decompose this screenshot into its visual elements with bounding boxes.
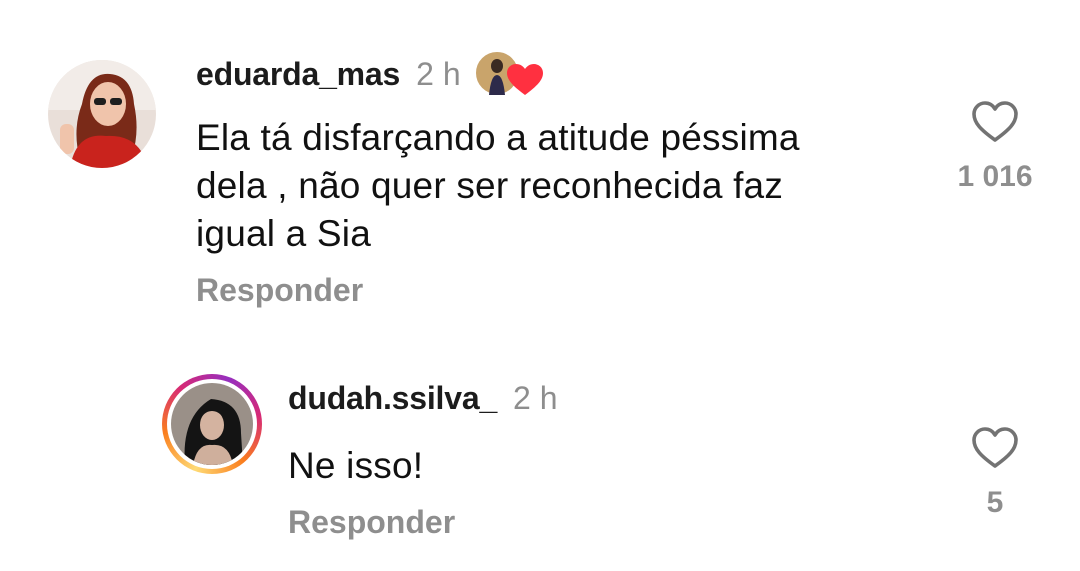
like-count: 5	[986, 486, 1004, 519]
like-column: 5	[945, 426, 1045, 520]
heart-outline-icon[interactable]	[971, 100, 1019, 144]
comment-item: eduarda_mas 2 h Ela tá disfarçando a ati…	[0, 0, 1080, 330]
profile-photo	[48, 60, 156, 168]
like-column: 1 016	[945, 100, 1045, 194]
author-liked-badge	[473, 49, 545, 99]
profile-photo	[171, 383, 253, 465]
red-heart-icon	[506, 64, 543, 95]
comment-username[interactable]: eduarda_mas	[196, 56, 400, 93]
reply-comment-item: dudah.ssilva_ 2 h Ne isso! Responder 5	[0, 330, 1080, 571]
comment-header: eduarda_mas 2 h	[196, 48, 545, 100]
avatar[interactable]	[171, 383, 253, 465]
like-count: 1 016	[957, 160, 1033, 193]
comment-header: dudah.ssilva_ 2 h	[288, 376, 558, 420]
comment-text-line: dela , não quer ser reconhecida faz	[196, 165, 784, 206]
comment-text-line: Ne isso!	[288, 445, 424, 486]
comment-time: 2 h	[513, 379, 558, 416]
story-ring[interactable]	[162, 374, 262, 474]
comment-text: Ela tá disfarçando a atitude péssima del…	[196, 114, 936, 258]
comment-time: 2 h	[416, 55, 461, 92]
comment-text: Ne isso!	[288, 442, 888, 490]
reply-button[interactable]: Responder	[196, 272, 363, 309]
reply-button[interactable]: Responder	[288, 504, 455, 541]
comment-username[interactable]: dudah.ssilva_	[288, 380, 497, 417]
heart-outline-icon[interactable]	[971, 426, 1019, 470]
comment-text-line: Ela tá disfarçando a atitude péssima	[196, 117, 800, 158]
comment-text-line: igual a Sia	[196, 213, 371, 254]
avatar[interactable]	[48, 60, 156, 168]
